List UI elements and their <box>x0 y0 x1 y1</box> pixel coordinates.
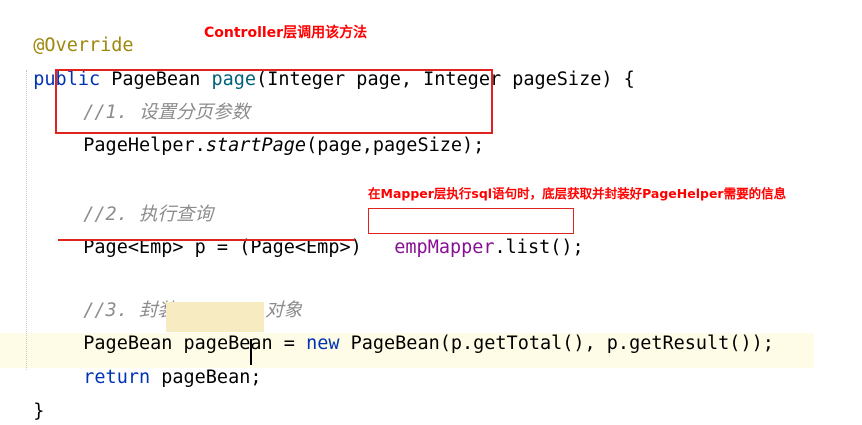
indent-guide <box>26 70 28 370</box>
code-mapper-call: empMapper.list(); <box>372 209 584 261</box>
code-line-close: } <box>11 373 44 425</box>
assign-operator: = <box>272 333 307 354</box>
pagebean-constructor: PageBean(p.getTotal(), p.getResult()); <box>339 333 774 354</box>
code-line-startpage: PageHelper.startPage(page,pageSize); <box>61 107 484 159</box>
keyword-return: return <box>83 367 151 388</box>
keyword-new: new <box>306 333 340 354</box>
code-line-query: Page<Emp> p = (Page<Emp>) <box>61 209 361 261</box>
startpage-method: startPage <box>205 135 307 156</box>
closing-brace: } <box>33 401 45 422</box>
return-value: pageBean; <box>150 367 262 388</box>
page-declaration-underline <box>58 239 355 241</box>
text-caret[interactable] <box>250 339 252 365</box>
mapper-annotation: 在Mapper层执行sql语句时，底层获取并封装好PageHelper需要的信息 <box>368 186 787 201</box>
code-line-return: return pageBean; <box>61 339 262 391</box>
mapper-list-call: .list(); <box>494 237 584 258</box>
mapper-field: empMapper <box>394 237 495 258</box>
pagehelper-class: PageHelper. <box>83 135 206 156</box>
controller-annotation: Controller层调用该方法 <box>204 25 368 41</box>
startpage-args: (page,pageSize); <box>306 135 485 156</box>
